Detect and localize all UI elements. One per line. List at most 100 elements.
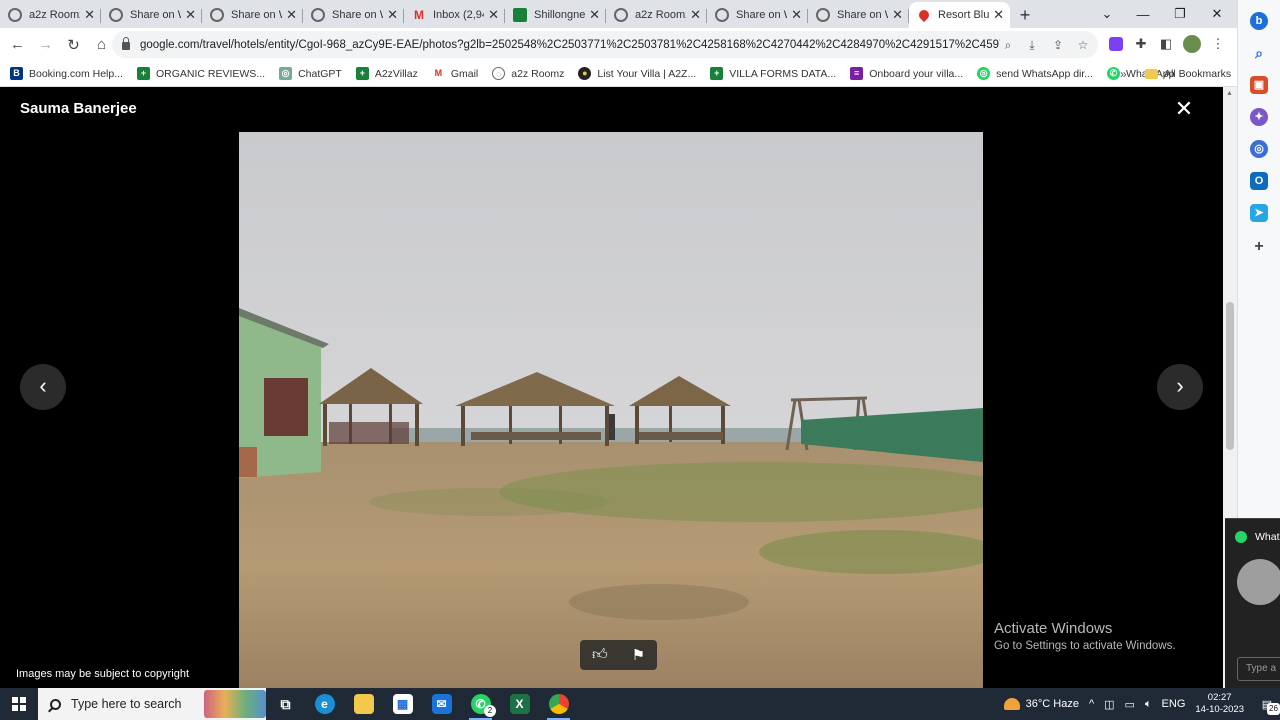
show-hidden-icons[interactable]: ^ [1089, 698, 1094, 710]
close-tab-icon[interactable]: ✕ [690, 7, 701, 23]
send-icon[interactable]: ➤ [1250, 204, 1268, 222]
contact-avatar[interactable] [1237, 559, 1280, 605]
tab-title: Shillongne [534, 9, 586, 21]
taskbar-whatsapp[interactable]: ✆ 2 [461, 688, 500, 720]
browser-tab[interactable]: Shillongne ✕ [505, 2, 606, 28]
bookmark-item[interactable]: + A2zVillaz [355, 67, 418, 80]
close-tab-icon[interactable]: ✕ [84, 7, 95, 23]
close-tab-icon[interactable]: ✕ [589, 7, 600, 23]
extensions-puzzle-icon[interactable]: ✚ [1132, 35, 1150, 53]
bookmark-label: ORGANIC REVIEWS... [155, 67, 266, 80]
clock-time: 02:27 [1207, 692, 1232, 703]
browser-tab[interactable]: Share on W ✕ [707, 2, 808, 28]
next-photo-button[interactable]: › [1157, 364, 1203, 410]
task-view-button[interactable]: ⧉ [266, 688, 305, 720]
restore-icon[interactable]: ❐ [1162, 0, 1198, 28]
office-icon[interactable]: ◎ [1250, 140, 1268, 158]
start-button[interactable] [0, 688, 38, 720]
browser-tab[interactable]: Share on W ✕ [202, 2, 303, 28]
share-icon[interactable]: ⇪ [1050, 37, 1066, 53]
bookmark-label: ChatGPT [298, 67, 342, 80]
whatsapp-icon: ✆ [1107, 67, 1121, 80]
install-app-icon[interactable]: ⤓ [1024, 37, 1040, 53]
extension-purple-icon[interactable] [1107, 35, 1125, 53]
back-icon[interactable]: ← [5, 32, 30, 57]
bookmark-label: A2zVillaz [374, 67, 418, 80]
browser-tab[interactable]: M Inbox (2,94 ✕ [404, 2, 505, 28]
bookmark-item[interactable]: + VILLA FORMS DATA... [710, 67, 836, 80]
shopping-icon[interactable]: ▣ [1250, 76, 1268, 94]
bookmarks-overflow-button[interactable]: » [1120, 61, 1127, 87]
whatsapp-message-input[interactable]: Type a [1237, 657, 1280, 681]
photo-author[interactable]: Sauma Banerjee [20, 100, 137, 117]
close-tab-icon[interactable]: ✕ [286, 7, 297, 23]
tab-title: Share on W [130, 9, 181, 21]
home-icon[interactable]: ⌂ [89, 32, 114, 57]
bookmark-label: Gmail [450, 67, 479, 80]
side-panel-icon[interactable]: ◧ [1157, 35, 1175, 53]
search-icon[interactable]: ⌕ [1000, 37, 1016, 53]
close-viewer-button[interactable]: ✕ [1172, 98, 1196, 120]
lock-icon[interactable] [122, 36, 130, 50]
volume-icon[interactable]: 🔈︎ [1145, 698, 1152, 711]
notifications-button[interactable]: ▤ 26 [1254, 688, 1280, 720]
tools-icon[interactable]: ✦ [1250, 108, 1268, 126]
close-tab-icon[interactable]: ✕ [993, 7, 1004, 23]
outlook-icon[interactable]: O [1250, 172, 1268, 190]
taskbar-mail[interactable]: ✉ [422, 688, 461, 720]
previous-photo-button[interactable]: ‹ [20, 364, 66, 410]
globe-icon [210, 8, 224, 22]
address-bar[interactable]: google.com/travel/hotels/entity/CgoI-968… [112, 31, 1098, 58]
new-tab-button[interactable]: + [1010, 2, 1040, 28]
meet-now-icon[interactable]: ◫ [1104, 698, 1114, 711]
close-tab-icon[interactable]: ✕ [892, 7, 903, 23]
thumbs-up-icon[interactable]: 👍︎ [592, 646, 608, 664]
scrollbar-thumb[interactable] [1226, 302, 1234, 450]
tab-search-icon[interactable]: ⌄ [1089, 0, 1125, 28]
taskbar-edge[interactable]: e [305, 688, 344, 720]
browser-tab[interactable]: Share on W ✕ [303, 2, 404, 28]
report-flag-icon[interactable]: ⚑ [632, 646, 645, 664]
bookmark-item[interactable]: ◌ a2z Roomz [492, 67, 564, 80]
close-window-icon[interactable]: ✕ [1199, 0, 1235, 28]
close-tab-icon[interactable]: ✕ [488, 7, 499, 23]
bookmark-item[interactable]: ◎ ChatGPT [279, 67, 342, 80]
bookmark-item[interactable]: M Gmail [431, 67, 479, 80]
globe-icon [8, 8, 22, 22]
network-icon[interactable]: ▭ [1125, 698, 1135, 711]
bookmark-item[interactable]: ≡ Onboard your villa... [850, 67, 963, 80]
taskbar-store[interactable]: ▦ [383, 688, 422, 720]
all-bookmarks-folder[interactable]: All Bookmarks [1145, 61, 1231, 87]
taskbar-excel[interactable]: X [500, 688, 539, 720]
close-tab-icon[interactable]: ✕ [185, 7, 196, 23]
bookmark-item[interactable]: B Booking.com Help... [10, 67, 123, 80]
add-icon[interactable]: + [1250, 238, 1268, 256]
language-indicator[interactable]: ENG [1162, 698, 1186, 710]
bookmark-item[interactable]: ◎ send WhatsApp dir... [977, 67, 1093, 80]
weather-widget[interactable]: 36°C Haze [1003, 698, 1079, 710]
profile-avatar[interactable] [1183, 35, 1201, 53]
bing-icon[interactable]: b [1250, 12, 1268, 30]
clock[interactable]: 02:27 14-10-2023 [1195, 692, 1244, 716]
minimize-icon[interactable]: — [1125, 0, 1161, 28]
close-tab-icon[interactable]: ✕ [387, 7, 398, 23]
taskbar-chrome[interactable] [539, 688, 578, 720]
browser-tab[interactable]: a2z Roomz ✕ [606, 2, 707, 28]
reload-icon[interactable]: ↻ [61, 32, 86, 57]
search-icon[interactable]: ⌕ [1250, 44, 1268, 62]
scroll-up-icon[interactable]: ▲ [1226, 90, 1233, 97]
whatsapp-link-icon: ◎ [977, 67, 991, 80]
taskbar-file-explorer[interactable] [344, 688, 383, 720]
menu-kebab-icon[interactable]: ⋮ [1209, 35, 1227, 53]
bookmark-star-icon[interactable]: ☆ [1075, 37, 1091, 53]
bookmark-label: Onboard your villa... [869, 67, 964, 80]
close-tab-icon[interactable]: ✕ [791, 7, 802, 23]
browser-tab[interactable]: Share on W ✕ [101, 2, 202, 28]
bookmark-item[interactable]: ● List Your Villa | A2Z... [578, 67, 696, 80]
bookmark-item[interactable]: + ORGANIC REVIEWS... [136, 67, 266, 80]
browser-tab[interactable]: a2z Roomz ✕ [0, 2, 101, 28]
browser-tab-active[interactable]: Resort Blue✕ [909, 2, 1010, 28]
forward-icon[interactable]: → [33, 32, 58, 57]
browser-tab[interactable]: Share on W ✕ [808, 2, 909, 28]
taskbar-search-box[interactable]: Type here to search [38, 688, 266, 720]
